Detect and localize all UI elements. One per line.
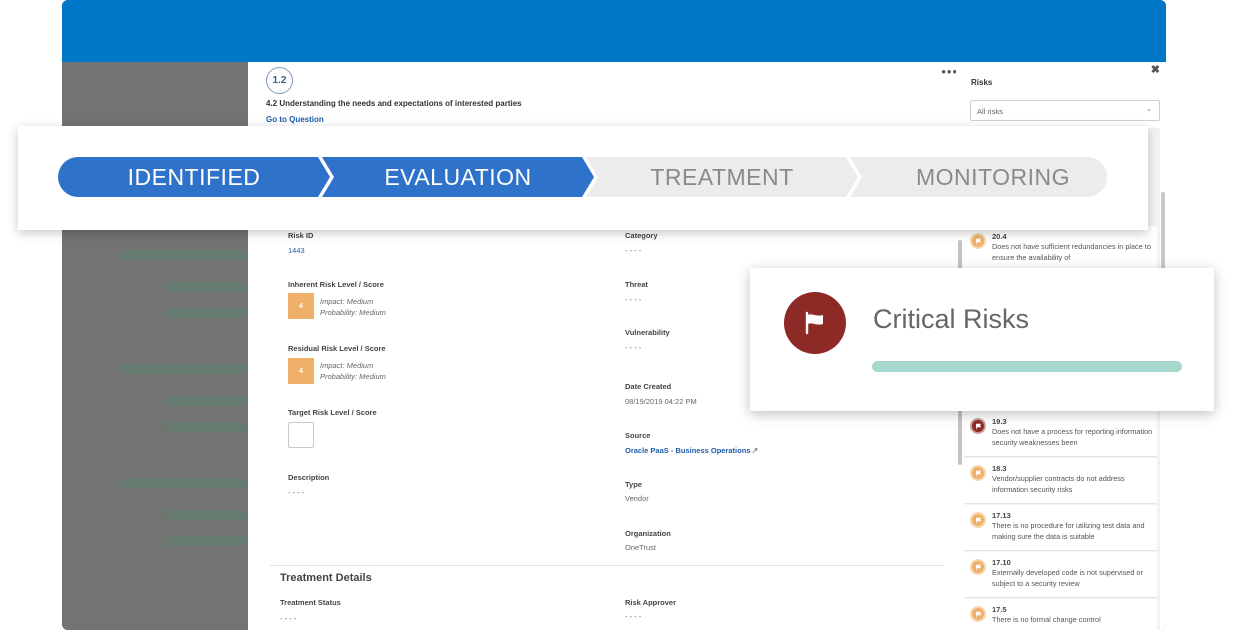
threat-value: - - - - [625, 295, 642, 304]
target-score-box[interactable] [288, 422, 314, 448]
organization-value: OneTrust [625, 543, 656, 552]
risk-description: There is no formal change control [992, 615, 1101, 624]
section-divider [270, 565, 944, 566]
residual-probability: Probability: Medium [320, 372, 386, 381]
skeleton-line [164, 510, 248, 520]
risk-approver-label: Risk Approver [625, 598, 676, 607]
risk-id: 19.3 [992, 417, 1007, 426]
inherent-score-box: 4 [288, 293, 314, 319]
question-title: 4.2 Understanding the needs and expectat… [266, 99, 522, 108]
source-link[interactable]: Oracle PaaS - Business Operations↗ [625, 446, 758, 455]
flag-icon [970, 233, 986, 249]
vulnerability-value: - - - - [625, 343, 642, 352]
date-created-value: 08/19/2019 04:22 PM [625, 397, 697, 406]
risk-id: 20.4 [992, 232, 1007, 241]
risk-list-item[interactable]: 17.13 There is no procedure for utilizin… [964, 505, 1157, 551]
category-value: - - - - [625, 246, 642, 255]
residual-impact: Impact: Medium [320, 361, 374, 370]
treatment-status-label: Treatment Status [280, 598, 341, 607]
risk-description: Vendor/supplier contracts do not address… [992, 474, 1125, 494]
source-label: Source [625, 431, 651, 440]
flag-icon [970, 465, 986, 481]
stage-identified[interactable]: IDENTIFIED [78, 162, 310, 192]
treatment-details-heading: Treatment Details [280, 572, 372, 584]
organization-label: Organization [625, 529, 671, 538]
skeleton-line [118, 478, 248, 488]
inherent-risk-label: Inherent Risk Level / Score [288, 280, 384, 289]
type-value: Vendor [625, 494, 649, 503]
risk-list-item[interactable]: 19.3 Does not have a process for reporti… [964, 411, 1157, 457]
critical-risks-card[interactable]: Critical Risks [750, 268, 1214, 411]
risk-list-item[interactable]: 18.3 Vendor/supplier contracts do not ad… [964, 458, 1157, 504]
skeleton-line [164, 536, 248, 546]
flag-icon [970, 418, 986, 434]
go-to-question-link[interactable]: Go to Question [266, 115, 324, 124]
risk-stage-tracker: IDENTIFIED EVALUATION TREATMENT MONITORI… [18, 126, 1148, 230]
risk-id-value[interactable]: 1443 [288, 246, 305, 255]
risks-filter-value: All risks [977, 107, 1003, 116]
risks-filter-select[interactable]: All risks ⌄ [970, 100, 1160, 121]
risk-description: Externally developed code is not supervi… [992, 568, 1143, 588]
vulnerability-label: Vulnerability [625, 328, 670, 337]
risk-description: Does not have a process for reporting in… [992, 427, 1153, 447]
risk-description: Does not have sufficient redundancies in… [992, 242, 1151, 262]
date-created-label: Date Created [625, 382, 672, 391]
top-navigation-bar [62, 0, 1166, 62]
flag-icon [970, 606, 986, 622]
risk-list-item[interactable]: 17.5 There is no formal change control [964, 599, 1157, 630]
stage-monitoring[interactable]: MONITORING [870, 162, 1116, 192]
risk-approver-value: - - - - [625, 612, 642, 621]
question-number-badge: 1.2 [266, 67, 293, 94]
flag-icon [970, 512, 986, 528]
risk-id: 17.5 [992, 605, 1007, 614]
stage-treatment[interactable]: TREATMENT [602, 162, 842, 192]
risk-id: 18.3 [992, 464, 1007, 473]
skeleton-line [164, 396, 248, 406]
residual-score-box: 4 [288, 358, 314, 384]
treatment-status-value: - - - - [280, 614, 297, 623]
flag-icon [784, 292, 846, 354]
risk-id: 17.13 [992, 511, 1011, 520]
stage-evaluation[interactable]: EVALUATION [338, 162, 578, 192]
skeleton-line [118, 250, 248, 260]
category-label: Category [625, 231, 658, 240]
chevron-down-icon: ⌄ [1146, 106, 1152, 113]
flag-icon [970, 559, 986, 575]
inherent-impact: Impact: Medium [320, 297, 374, 306]
critical-risks-progress-bar [872, 361, 1182, 372]
critical-risks-title: Critical Risks [873, 304, 1030, 334]
source-value[interactable]: Oracle PaaS - Business Operations [625, 446, 750, 455]
type-label: Type [625, 480, 642, 489]
risk-description: There is no procedure for utilizing test… [992, 521, 1145, 541]
external-link-icon: ↗ [751, 446, 759, 455]
skeleton-line [164, 422, 248, 432]
threat-label: Threat [625, 280, 648, 289]
risk-id-label: Risk ID [288, 231, 314, 240]
target-risk-label: Target Risk Level / Score [288, 408, 377, 417]
description-value: - - - - [288, 488, 305, 497]
skeleton-line [118, 364, 248, 374]
risks-panel-title: Risks [971, 78, 993, 87]
inherent-probability: Probability: Medium [320, 308, 386, 317]
description-label: Description [288, 473, 330, 482]
risk-id: 17.10 [992, 558, 1011, 567]
residual-risk-label: Residual Risk Level / Score [288, 344, 386, 353]
risk-list-item[interactable]: 17.10 Externally developed code is not s… [964, 552, 1157, 598]
risk-list-item[interactable]: 20.4 Does not have sufficient redundanci… [964, 226, 1157, 272]
skeleton-line [164, 282, 248, 292]
skeleton-line [164, 308, 248, 318]
close-icon[interactable]: ✖ [1151, 63, 1160, 76]
